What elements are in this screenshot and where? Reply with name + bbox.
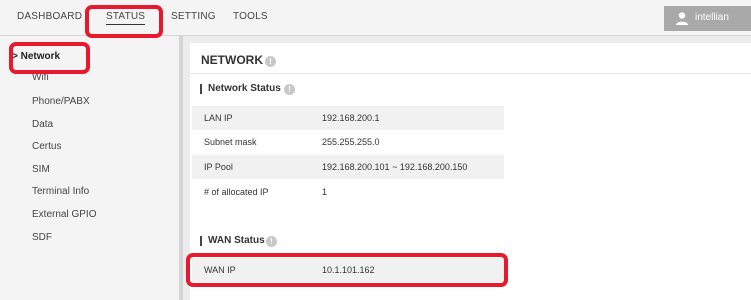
- info-icon[interactable]: !: [265, 56, 276, 67]
- network-item-highlight: [9, 42, 90, 74]
- table-row: # of allocated IP 1: [192, 180, 504, 204]
- sidebar-item-phone-pabx[interactable]: Phone/PABX: [32, 96, 90, 107]
- sidebar-item-data[interactable]: Data: [32, 119, 53, 130]
- row-label: IP Pool: [204, 162, 233, 172]
- sidebar: > Network Wifi Phone/PABX Data Certus SI…: [0, 36, 183, 300]
- page-title: NETWORK: [201, 53, 263, 67]
- sidebar-item-external-gpio[interactable]: External GPIO: [32, 209, 96, 220]
- user-menu[interactable]: intellian: [664, 6, 751, 31]
- sidebar-item-terminal-info[interactable]: Terminal Info: [32, 186, 89, 197]
- wan-ip-highlight: [186, 253, 508, 287]
- title-divider: [190, 73, 751, 74]
- tab-tools[interactable]: TOOLS: [233, 11, 268, 22]
- sidebar-item-certus[interactable]: Certus: [32, 141, 61, 152]
- sidebar-item-sim[interactable]: SIM: [32, 164, 50, 175]
- row-label: Subnet mask: [204, 137, 257, 147]
- table-row: Subnet mask 255.255.255.0: [192, 130, 504, 154]
- sidebar-item-sdf[interactable]: SDF: [32, 232, 52, 243]
- row-value: 192.168.200.1: [322, 113, 380, 123]
- info-icon[interactable]: !: [266, 236, 277, 247]
- table-row: IP Pool 192.168.200.101 ~ 192.168.200.15…: [192, 155, 504, 179]
- status-tab-highlight: [85, 5, 163, 38]
- info-icon[interactable]: !: [284, 84, 295, 95]
- row-label: LAN IP: [204, 113, 233, 123]
- wan-status-heading: WAN Status: [200, 236, 265, 246]
- table-row: LAN IP 192.168.200.1: [192, 106, 504, 130]
- tab-dashboard[interactable]: DASHBOARD: [17, 11, 82, 22]
- row-value: 255.255.255.0: [322, 137, 380, 147]
- row-value: 192.168.200.101 ~ 192.168.200.150: [322, 162, 468, 172]
- row-label: # of allocated IP: [204, 187, 269, 197]
- network-status-heading: Network Status: [200, 84, 281, 94]
- row-value: 1: [322, 187, 328, 197]
- user-name: intellian: [695, 12, 729, 23]
- tab-setting[interactable]: SETTING: [171, 11, 216, 22]
- user-icon: [676, 12, 688, 25]
